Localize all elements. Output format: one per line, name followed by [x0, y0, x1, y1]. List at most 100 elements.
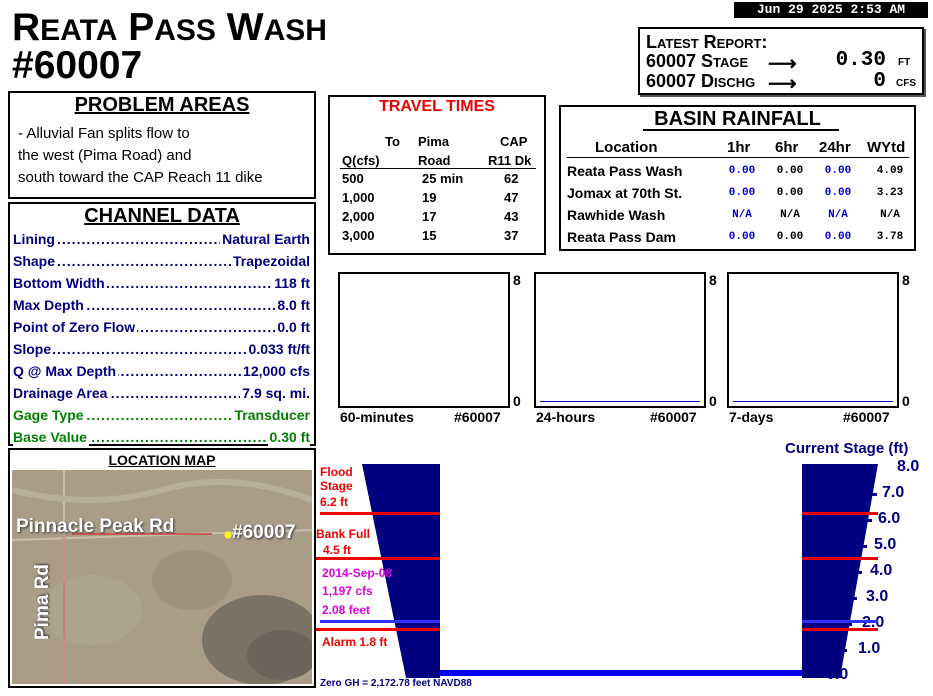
basin-heading-underline	[643, 129, 839, 131]
channel-data-row: ........................................…	[13, 384, 310, 402]
channel-data-row: ........................................…	[13, 274, 310, 292]
basin-value-h6: 0.00	[776, 187, 804, 199]
sparkline-max: 8	[513, 272, 521, 288]
channel-data-label: Bottom Width	[13, 274, 107, 292]
channel-data-row: ........................................…	[13, 230, 310, 248]
gauge-tick-mark	[866, 467, 876, 470]
channel-data-value: Trapezoidal	[230, 252, 310, 270]
channel-data-value: 0.30 ft	[267, 428, 310, 446]
sparkline-chart	[727, 272, 899, 408]
channel-data-value: Natural Earth	[220, 230, 310, 248]
sparkline-min: 0	[513, 393, 521, 409]
channel-data-label: Gage Type	[13, 406, 86, 424]
channel-data-label: Drainage Area	[13, 384, 110, 402]
col-1hr: 1hr	[727, 139, 751, 156]
latest-report-panel: Latest Report: 60007 Stage ⟶ 0.30 FT 600…	[638, 27, 924, 95]
basin-value-h6: N/A	[780, 209, 800, 221]
gage-marker-icon	[224, 531, 232, 539]
channel-data-row: ........................................…	[13, 428, 310, 446]
travel-cell-q: 2,000	[342, 209, 375, 224]
gauge-tick-mark	[845, 597, 857, 600]
travel-times-heading: TRAVEL TIMES	[379, 98, 495, 115]
travel-divider	[340, 168, 536, 169]
basin-value-h1: 0.00	[728, 165, 756, 177]
gauge-tick-mark	[840, 623, 852, 626]
travel-cell-q: 3,000	[342, 228, 375, 243]
col-r11: R11 Dk	[488, 153, 532, 168]
basin-value-h24: 0.00	[824, 231, 852, 243]
basin-divider	[567, 157, 909, 158]
current-stage-heading: Current Stage (ft)	[785, 440, 909, 457]
gauge-tick-mark	[865, 493, 877, 496]
channel-data-label: Max Depth	[13, 296, 86, 314]
channel-data-label: Q @ Max Depth	[13, 362, 119, 380]
bankfull-line-right	[802, 557, 878, 560]
record-feet: 2.08 feet	[322, 603, 371, 617]
title-char: R	[12, 6, 41, 49]
basin-value-wytd: 3.78	[876, 231, 904, 243]
gauge-tick-label: 6.0	[878, 510, 901, 527]
basin-value-wytd: 3.23	[876, 187, 904, 199]
title-char: P	[128, 6, 155, 49]
channel-data-row: ........................................…	[13, 340, 310, 358]
col-road: Road	[418, 153, 451, 168]
sparkline-period: 24-hours	[536, 409, 596, 425]
flood-stage-line	[320, 512, 440, 515]
sparkline-max: 8	[902, 272, 910, 288]
travel-cell-cap: 47	[504, 190, 519, 205]
flood-stage-value: 6.2 ft	[320, 495, 349, 509]
record-date: 2014-Sep-08	[322, 566, 393, 580]
travel-times-panel: TRAVEL TIMES To Pima Road CAP R11 Dk Q(c…	[328, 95, 546, 255]
bankfull-value: 4.5 ft	[323, 543, 352, 557]
gauge-tick-mark	[860, 519, 872, 522]
sparkline-max: 8	[709, 272, 717, 288]
stage-value: 0.30	[835, 49, 886, 72]
channel-data-label: Slope	[13, 340, 54, 358]
discharge-unit: CFS	[896, 78, 916, 89]
alarm-line	[316, 628, 440, 631]
channel-data-value: 12,000 cfs	[241, 362, 310, 380]
gauge-tick-mark	[855, 545, 867, 548]
gage-label: #60007	[232, 522, 296, 543]
travel-cell-q: 500	[342, 171, 364, 186]
sparkline-series	[733, 401, 893, 402]
channel-data-value: Transducer	[232, 406, 310, 424]
travel-cell-cap: 37	[504, 228, 519, 243]
road-label-pinnacle: Pinnacle Peak Rd	[16, 516, 175, 537]
basin-value-h1: 0.00	[728, 187, 756, 199]
sparkline-period: 7-days	[729, 409, 774, 425]
problem-areas-panel: PROBLEM AREAS - Alluvial Fan splits flow…	[8, 91, 316, 199]
title-part: EATA	[40, 14, 118, 47]
road-label-pima: Pima Rd	[32, 563, 53, 640]
channel-data-label: Base Value	[13, 428, 89, 446]
gauge-tick-label: 4.0	[870, 562, 893, 579]
gauge-tick-label: 0.0	[826, 666, 849, 683]
sparkline-station: #60007	[454, 409, 501, 425]
gauge-tick-label: 1.0	[858, 640, 881, 657]
channel-data-panel: CHANNEL DATA ...........................…	[8, 202, 316, 446]
location-map-heading: LOCATION MAP	[108, 452, 216, 468]
channel-data-value: 0.0 ft	[275, 318, 310, 336]
satellite-map: Pinnacle Peak Rd #60007 Pima Rd	[12, 470, 312, 684]
basin-location: Reata Pass Wash	[567, 163, 683, 179]
basin-rainfall-panel: BASIN RAINFALL Location 1hr 6hr 24hr WYt…	[559, 105, 916, 251]
col-pima: Pima	[418, 134, 450, 149]
basin-value-wytd: N/A	[880, 209, 900, 221]
flood-stage-label2: Stage	[320, 479, 353, 493]
channel-data-row: ........................................…	[13, 362, 310, 380]
col-to: To	[385, 134, 400, 149]
discharge-label: 60007 Dischg	[646, 71, 756, 91]
channel-data-value: 118 ft	[272, 274, 310, 292]
arrow-icon: ⟶	[768, 73, 797, 95]
bankfull-label: Bank Full	[316, 527, 371, 541]
flood-stage-label: Flood	[320, 465, 353, 479]
stage-gauge	[362, 464, 878, 678]
sparkline-min: 0	[709, 393, 717, 409]
location-map-panel: LOCATION MAP Pinnacle Peak Rd #60007 Pim…	[8, 448, 316, 688]
col-location: Location	[595, 139, 658, 156]
title-part: ASH	[263, 14, 327, 47]
basin-location: Reata Pass Dam	[567, 229, 676, 245]
col-wytd: WYtd	[867, 139, 906, 156]
basin-location: Jomax at 70th St.	[567, 185, 683, 201]
flood-stage-line-right	[802, 512, 878, 515]
